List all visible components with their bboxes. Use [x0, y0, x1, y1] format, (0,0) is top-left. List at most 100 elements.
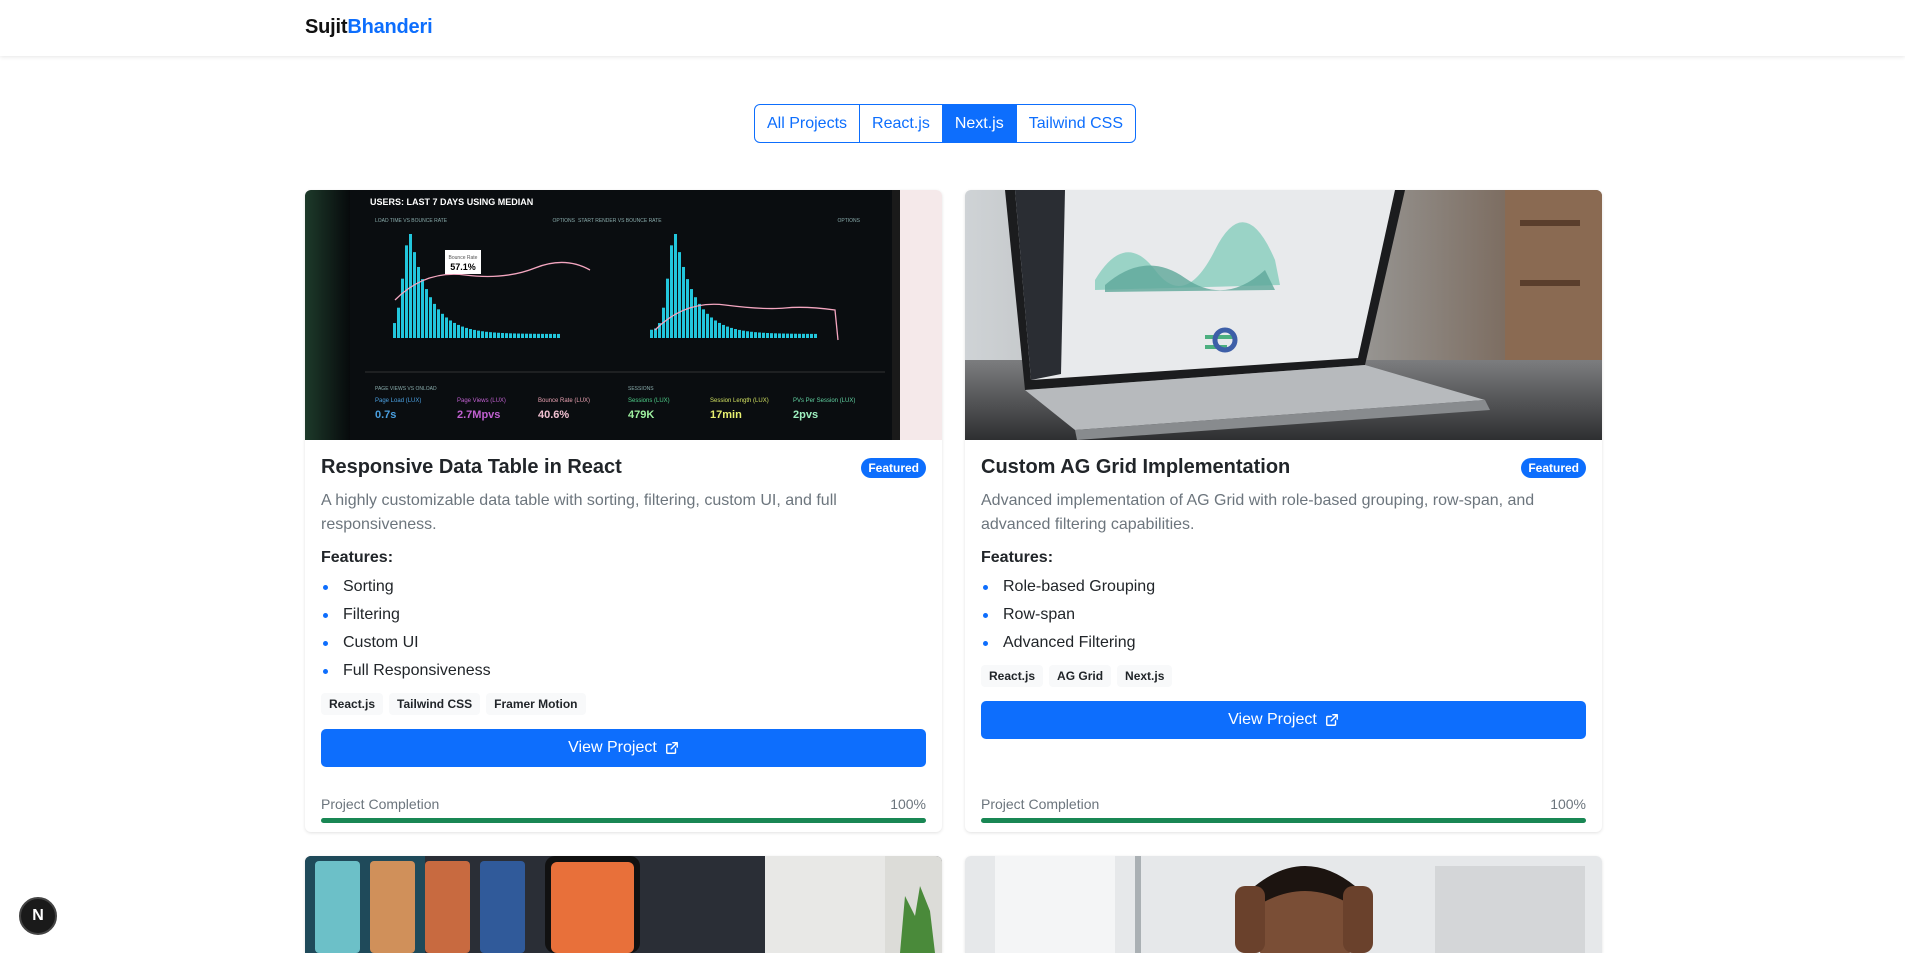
dash-bar — [750, 331, 753, 338]
dash-bar — [393, 323, 396, 338]
dash-bar — [449, 320, 452, 338]
dash-bar — [481, 331, 484, 338]
brand-first: Sujit — [305, 16, 348, 38]
dash-bar — [541, 333, 544, 338]
dash-bar — [782, 333, 785, 338]
features-list: Role-based Grouping Row-span Advanced Fi… — [981, 573, 1586, 657]
dash-bar — [425, 289, 428, 338]
dash-bar — [521, 333, 524, 338]
view-project-button[interactable]: View Project — [321, 729, 926, 767]
dash-bar — [698, 303, 701, 338]
brand-last: Bhanderi — [347, 16, 433, 38]
dash-bar — [766, 332, 769, 338]
tech-tags: React.js Tailwind CSS Framer Motion — [321, 693, 926, 715]
external-link-icon — [1325, 714, 1338, 726]
dash-bar — [802, 333, 805, 338]
dash-bar — [738, 329, 741, 338]
nextjs-dev-indicator[interactable]: N — [19, 897, 57, 935]
dash-bar — [666, 278, 669, 338]
dash-bar — [726, 326, 729, 338]
dash-bar — [694, 297, 697, 338]
feature-item: Custom UI — [321, 629, 926, 657]
section1-title: PAGE VIEWS VS ONLOAD — [375, 386, 437, 392]
featured-badge: Featured — [1521, 457, 1586, 478]
dash-bar — [493, 332, 496, 338]
dash-bar — [405, 245, 408, 338]
feature-item: Role-based Grouping — [981, 573, 1586, 601]
dash-bar — [786, 333, 789, 338]
tech-tag: Framer Motion — [486, 693, 586, 715]
dash-bar — [417, 266, 420, 338]
feature-item: Sorting — [321, 573, 926, 601]
metric-label: Page Views (LUX) — [457, 398, 506, 404]
features-heading: Features: — [321, 549, 394, 566]
tech-tag: Next.js — [1117, 665, 1173, 687]
dash-bar — [529, 333, 532, 338]
filter-tailwind[interactable]: Tailwind CSS — [1015, 104, 1136, 143]
project-image-dashboard: USERS: LAST 7 DAYS USING MEDIAN LOAD TIM… — [305, 190, 942, 440]
dash-bar — [650, 329, 653, 338]
metric-label: Bounce Rate (LUX) — [538, 398, 590, 404]
filter-nextjs[interactable]: Next.js — [941, 104, 1017, 143]
dash-bar — [401, 278, 404, 338]
dash-bar — [429, 297, 432, 338]
features-heading: Features: — [981, 549, 1054, 566]
dash-bar — [702, 309, 705, 338]
dash-bar — [798, 333, 801, 338]
project-image-mobile-app — [305, 856, 942, 953]
dash-bar — [553, 333, 556, 338]
dash-bar — [501, 332, 504, 338]
dash-bar — [413, 252, 416, 338]
metric-label: Page Load (LUX) — [375, 398, 421, 404]
dash-bar — [513, 333, 516, 338]
dash-bar — [457, 324, 460, 338]
dash-bar — [814, 333, 817, 338]
dash-bar — [557, 333, 560, 338]
project-image-person — [965, 856, 1602, 953]
metric-label: Session Length (LUX) — [710, 398, 769, 404]
feature-item: Full Responsiveness — [321, 657, 926, 685]
dash-bar — [778, 333, 781, 338]
tech-tag: React.js — [981, 665, 1044, 687]
brand-logo[interactable]: SujitBhanderi — [305, 16, 433, 39]
progress-bar — [981, 818, 1586, 823]
metric-value: 40.6% — [538, 409, 569, 421]
dash-bar — [734, 329, 737, 338]
tech-tags: React.js AG Grid Next.js — [981, 665, 1586, 687]
dash-bar — [770, 333, 773, 338]
dash-bar — [545, 333, 548, 338]
progress-label: Project Completion — [321, 796, 440, 812]
completion-progress: Project Completion 100% — [321, 796, 926, 823]
metric-value: 2.7Mpvs — [457, 409, 500, 421]
dash-bar — [678, 252, 681, 338]
filter-all-projects[interactable]: All Projects — [754, 104, 861, 143]
dash-bar — [742, 330, 745, 338]
chart1-title: LOAD TIME VS BOUNCE RATE — [375, 218, 448, 224]
dash-bar — [774, 333, 777, 338]
view-project-button[interactable]: View Project — [981, 701, 1586, 739]
dash-bar — [505, 333, 508, 338]
features-list: Sorting Filtering Custom UI Full Respons… — [321, 573, 926, 685]
dash-bar — [477, 330, 480, 338]
project-card — [965, 856, 1602, 953]
metric-value: 17min — [710, 409, 742, 421]
dash-bar — [469, 329, 472, 338]
view-project-label: View Project — [1228, 711, 1317, 728]
dash-bar — [497, 332, 500, 338]
dash-bar — [461, 326, 464, 338]
dash-header: USERS: LAST 7 DAYS USING MEDIAN — [370, 197, 533, 207]
dash-bar — [682, 266, 685, 338]
dash-bar — [441, 313, 444, 338]
feature-item: Row-span — [981, 601, 1586, 629]
project-card — [305, 856, 942, 953]
dash-bar — [810, 333, 813, 338]
dash-bar — [762, 332, 765, 338]
dash-bar — [433, 303, 436, 338]
filter-reactjs[interactable]: React.js — [859, 104, 943, 143]
dash-bar — [754, 332, 757, 338]
dash-bar — [437, 309, 440, 338]
dash-bar — [706, 313, 709, 338]
metric-label: PVs Per Session (LUX) — [793, 398, 855, 404]
dash-bar — [710, 317, 713, 338]
dash-bar — [465, 327, 468, 338]
